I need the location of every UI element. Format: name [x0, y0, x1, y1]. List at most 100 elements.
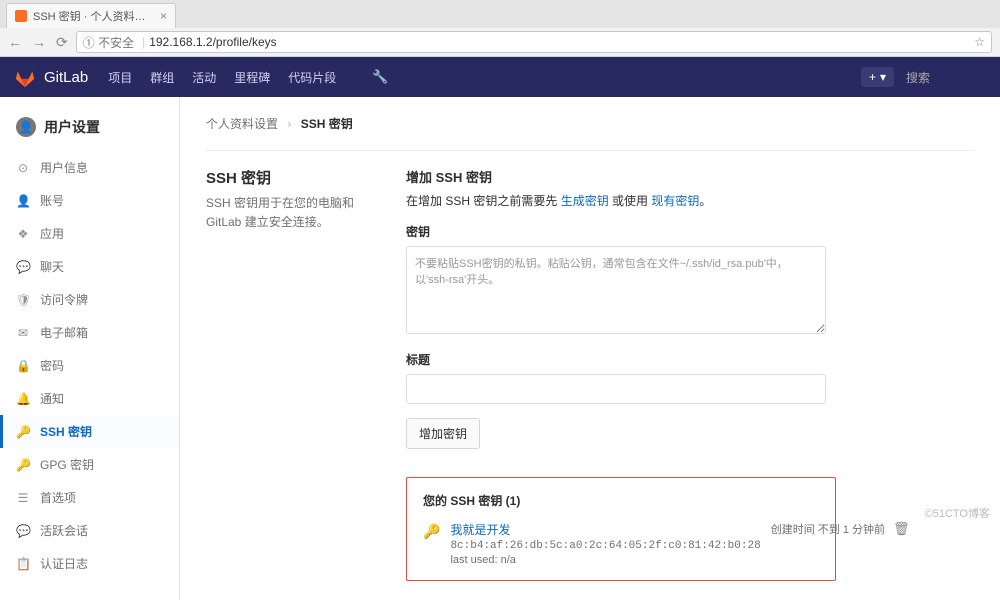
insecure-label: ① 不安全	[83, 34, 134, 51]
email-icon: ✉	[16, 326, 30, 340]
menu-icon: ☰	[16, 491, 30, 505]
key-created: 创建时间 不到 1 分钟前	[771, 521, 885, 537]
account-icon: 👤	[16, 194, 30, 208]
sidebar-item-label: GPG 密钥	[40, 456, 94, 473]
url-text: 192.168.1.2/profile/keys	[149, 35, 276, 49]
trash-icon[interactable]: 🗑	[893, 521, 910, 537]
tab-title: SSH 密钥 · 个人资料设置 ×	[33, 8, 154, 24]
apps-icon: ❖	[16, 227, 30, 241]
sidebar-item-label: 认证日志	[40, 555, 88, 572]
sidebar-item-label: 用户信息	[40, 159, 88, 176]
search-input[interactable]: 搜索	[906, 69, 986, 86]
address-bar: ← → ⟳ ① 不安全 | 192.168.1.2/profile/keys ☆	[0, 28, 1000, 56]
help-line: 在增加 SSH 密钥之前需要先 生成密钥 或使用 现有密钥。	[406, 192, 974, 209]
chevron-down-icon: ▾	[880, 70, 886, 84]
close-icon[interactable]: ×	[160, 9, 167, 23]
help-prefix: 在增加 SSH 密钥之前需要先	[406, 194, 561, 208]
back-icon[interactable]: ←	[8, 34, 22, 51]
sidebar-item-label: SSH 密钥	[40, 423, 92, 440]
sidebar-item-profile[interactable]: ⊙ 用户信息	[0, 151, 179, 184]
key-info: 我就是开发 8c:b4:af:26:db:5c:a0:2c:64:05:2f:c…	[450, 521, 760, 566]
sidebar: 👤 用户设置 ⊙ 用户信息 👤 账号 ❖应用 💬 聊天 🛡访问令牌 ✉ 电子邮箱 🔒 密码…	[0, 97, 180, 599]
nav-milestones[interactable]: 里程碑	[234, 69, 270, 86]
nav-links: 项目 群组 活动 里程碑 代码片段 🔧	[108, 69, 388, 86]
title-input[interactable]	[406, 374, 826, 404]
sidebar-item-emails[interactable]: ✉ 电子邮箱	[0, 316, 179, 349]
gitlab-logo-icon[interactable]	[14, 66, 36, 88]
nav-projects[interactable]: 项目	[108, 69, 132, 86]
key-icon: 🔑	[423, 523, 440, 540]
chat-icon: 💬	[16, 260, 30, 274]
help-suffix: 。	[699, 194, 711, 208]
forward-icon[interactable]: →	[32, 34, 46, 51]
nav-snippets[interactable]: 代码片段	[288, 69, 336, 86]
user-icon: 👤	[16, 117, 36, 137]
url-divider: |	[142, 35, 145, 49]
bookmark-icon[interactable]: ☆	[974, 35, 985, 49]
wrench-icon[interactable]: 🔧	[372, 69, 388, 86]
sidebar-item-password[interactable]: 🔒 密码	[0, 349, 179, 382]
shield-icon: 🛡	[16, 293, 30, 307]
sidebar-item-label: 首选项	[40, 489, 76, 506]
key-name-link[interactable]: 我就是开发	[450, 521, 760, 538]
generate-key-link[interactable]: 生成密钥	[561, 194, 609, 208]
nav-buttons: ← → ⟳	[8, 34, 68, 51]
new-dropdown[interactable]: + ▾	[861, 67, 894, 87]
sidebar-item-sessions[interactable]: 💬 活跃会话	[0, 514, 179, 547]
content: 个人资料设置 › SSH 密钥 SSH 密钥 SSH 密钥用于在您的电脑和 Gi…	[180, 97, 1000, 599]
chevron-right-icon: ›	[287, 117, 291, 131]
browser-chrome: SSH 密钥 · 个人资料设置 × × ← → ⟳ ① 不安全 | 192.16…	[0, 0, 1000, 57]
sidebar-item-gpg-keys[interactable]: 🔑 GPG 密钥	[0, 448, 179, 481]
ssh-key-row: 🔑 我就是开发 8c:b4:af:26:db:5c:a0:2c:64:05:2f…	[423, 521, 819, 566]
key-label: 密钥	[406, 223, 974, 240]
bell-icon: 🔔	[16, 392, 30, 406]
breadcrumb: 个人资料设置 › SSH 密钥	[206, 115, 974, 132]
browser-tab[interactable]: SSH 密钥 · 个人资料设置 × ×	[6, 3, 176, 28]
key-meta: 创建时间 不到 1 分钟前 🗑	[771, 521, 910, 537]
nav-groups[interactable]: 群组	[150, 69, 174, 86]
lock-icon: 🔒	[16, 359, 30, 373]
sidebar-item-account[interactable]: 👤 账号	[0, 184, 179, 217]
sidebar-item-label: 活跃会话	[40, 522, 88, 539]
key-last-used: last used: n/a	[450, 554, 760, 566]
section-description: SSH 密钥 SSH 密钥用于在您的电脑和 GitLab 建立安全连接。	[206, 167, 366, 581]
add-key-button[interactable]: 增加密钥	[406, 418, 480, 449]
key-icon: 🔑	[16, 458, 30, 472]
help-mid: 或使用	[609, 194, 652, 208]
favicon	[15, 10, 27, 22]
title-label: 标题	[406, 351, 974, 368]
nav-activity[interactable]: 活动	[192, 69, 216, 86]
page-title: SSH 密钥	[206, 167, 366, 188]
add-heading: 增加 SSH 密钥	[406, 167, 974, 186]
page-desc: SSH 密钥用于在您的电脑和 GitLab 建立安全连接。	[206, 194, 366, 232]
top-nav: GitLab 项目 群组 活动 里程碑 代码片段 🔧 + ▾ 搜索	[0, 57, 1000, 97]
sidebar-item-label: 聊天	[40, 258, 64, 275]
chat-icon: 💬	[16, 524, 30, 538]
sidebar-item-tokens[interactable]: 🛡访问令牌	[0, 283, 179, 316]
reload-icon[interactable]: ⟳	[56, 34, 68, 51]
sidebar-item-notifications[interactable]: 🔔 通知	[0, 382, 179, 415]
sidebar-item-preferences[interactable]: ☰ 首选项	[0, 481, 179, 514]
sidebar-item-chat[interactable]: 💬 聊天	[0, 250, 179, 283]
sidebar-title-label: 用户设置	[44, 117, 100, 137]
sidebar-item-apps[interactable]: ❖应用	[0, 217, 179, 250]
brand[interactable]: GitLab	[44, 69, 88, 86]
key-fingerprint: 8c:b4:af:26:db:5c:a0:2c:64:05:2f:c0:81:4…	[450, 540, 760, 552]
key-textarea[interactable]	[406, 246, 826, 334]
existing-key-link[interactable]: 现有密钥	[651, 194, 699, 208]
watermark: ©51CTO博客	[925, 505, 990, 521]
sidebar-item-label: 电子邮箱	[40, 324, 88, 341]
breadcrumb-parent[interactable]: 个人资料设置	[206, 117, 278, 131]
your-keys-heading: 您的 SSH 密钥 (1)	[423, 492, 819, 509]
profile-icon: ⊙	[16, 161, 30, 175]
page: 👤 用户设置 ⊙ 用户信息 👤 账号 ❖应用 💬 聊天 🛡访问令牌 ✉ 电子邮箱 🔒 密码…	[0, 97, 1000, 599]
sidebar-item-label: 账号	[40, 192, 64, 209]
sidebar-item-label: 密码	[40, 357, 64, 374]
sidebar-item-ssh-keys[interactable]: 🔑 SSH 密钥	[0, 415, 179, 448]
ssh-form: 增加 SSH 密钥 在增加 SSH 密钥之前需要先 生成密钥 或使用 现有密钥。…	[406, 167, 974, 581]
url-field[interactable]: ① 不安全 | 192.168.1.2/profile/keys ☆	[76, 31, 992, 53]
key-icon: 🔑	[16, 425, 30, 439]
sidebar-item-label: 通知	[40, 390, 64, 407]
sidebar-item-auth-log[interactable]: 📋认证日志	[0, 547, 179, 580]
tab-bar: SSH 密钥 · 个人资料设置 × ×	[0, 0, 1000, 28]
